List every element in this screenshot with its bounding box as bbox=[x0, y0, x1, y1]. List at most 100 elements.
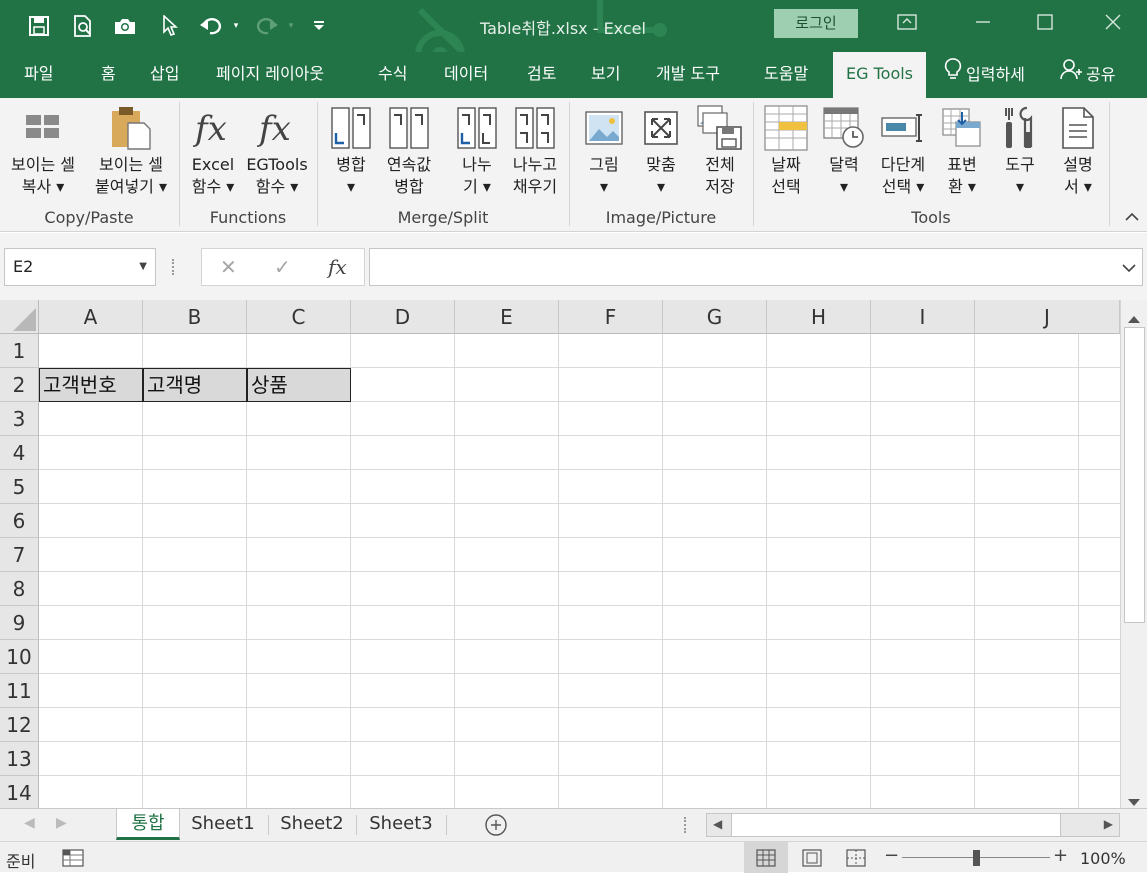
tab-view[interactable]: 보기 bbox=[591, 52, 620, 98]
date-select-button[interactable]: 날짜 선택 bbox=[762, 102, 810, 198]
picture-line2: ▾ bbox=[599, 177, 609, 196]
sheet-tab-tonghap[interactable]: 통합 bbox=[116, 809, 180, 840]
table-transform-line2: 환 ▾ bbox=[948, 177, 976, 196]
cell-B2[interactable]: 고객명 bbox=[143, 368, 247, 402]
zoom-in-icon[interactable]: + bbox=[1053, 845, 1068, 866]
tab-file[interactable]: 파일 bbox=[24, 52, 53, 98]
sheet-tab-sheet2[interactable]: Sheet2 bbox=[270, 809, 354, 840]
login-button[interactable]: 로그인 bbox=[774, 9, 858, 38]
vertical-scrollbar[interactable] bbox=[1120, 300, 1147, 808]
tab-insert[interactable]: 삽입 bbox=[150, 52, 179, 98]
fit-button[interactable]: 맞춤 ▾ bbox=[636, 102, 686, 198]
group-label-merge-split: Merge/Split bbox=[397, 208, 489, 227]
excel-functions-line2: 함수 ▾ bbox=[191, 177, 235, 196]
table-transform-button[interactable]: 표변 환 ▾ bbox=[938, 102, 986, 198]
multilevel-select-line1: 다단계 bbox=[880, 155, 926, 174]
horizontal-scrollbar[interactable]: ◀ ▶ bbox=[706, 813, 1120, 837]
tab-review[interactable]: 검토 bbox=[527, 52, 556, 98]
pointer-icon[interactable] bbox=[157, 14, 183, 38]
macro-record-icon[interactable] bbox=[62, 849, 84, 871]
scroll-right-icon[interactable]: ▶ bbox=[1104, 817, 1113, 831]
page-layout-view-icon[interactable] bbox=[790, 842, 834, 873]
picture-button[interactable]: 그림 ▾ bbox=[580, 102, 628, 198]
save-icon[interactable] bbox=[26, 14, 52, 38]
date-table-icon bbox=[764, 102, 808, 154]
ribbon-display-icon[interactable] bbox=[884, 8, 930, 42]
tools-button[interactable]: 도구 ▾ bbox=[996, 102, 1044, 198]
expand-formula-icon[interactable] bbox=[1122, 258, 1136, 277]
name-box[interactable]: E2 ▼ bbox=[4, 248, 156, 286]
tab-help[interactable]: 도움말 bbox=[764, 52, 808, 98]
tab-scroll-left-icon[interactable]: ◀ bbox=[24, 815, 35, 831]
table-transform-icon bbox=[942, 102, 982, 154]
split-fill-line2: 채우기 bbox=[512, 177, 558, 196]
camera-icon[interactable] bbox=[112, 14, 138, 38]
zoom-slider-thumb[interactable] bbox=[973, 850, 980, 866]
tab-split-grip[interactable] bbox=[684, 817, 688, 833]
formula-bar-grip[interactable] bbox=[172, 259, 176, 275]
status-bar: 준비 − + 100% bbox=[0, 841, 1147, 873]
zoom-out-icon[interactable]: − bbox=[884, 845, 899, 866]
paste-visible-line1: 보이는 셀 bbox=[99, 155, 163, 174]
tab-scroll-right-icon[interactable]: ▶ bbox=[56, 815, 67, 831]
egtools-functions-button[interactable]: fx EGTools 함수 ▾ bbox=[242, 102, 312, 198]
calendar-button[interactable]: 달력 ▾ bbox=[820, 102, 868, 198]
page-break-view-icon[interactable] bbox=[834, 842, 878, 873]
window-title: Table취합.xlsx - Excel bbox=[480, 19, 646, 38]
merge-button[interactable]: 병합 ▾ bbox=[326, 102, 376, 198]
selected-cell-E2[interactable] bbox=[455, 368, 559, 402]
manual-button[interactable]: 설명 서 ▾ bbox=[1054, 102, 1102, 198]
group-separator bbox=[1109, 102, 1110, 226]
collapse-ribbon-icon[interactable] bbox=[1125, 210, 1139, 226]
scroll-up-icon[interactable] bbox=[1128, 308, 1140, 327]
cancel-icon[interactable]: ✕ bbox=[220, 255, 237, 279]
formula-buttons: ✕ ✓ fx bbox=[201, 248, 365, 286]
tab-developer[interactable]: 개발 도구 bbox=[656, 52, 720, 98]
undo-icon[interactable] bbox=[196, 14, 226, 38]
vertical-scroll-thumb[interactable] bbox=[1124, 327, 1145, 623]
tab-divider bbox=[446, 815, 447, 835]
tab-eg-tools[interactable]: EG Tools bbox=[833, 52, 927, 98]
copy-visible-cells-button[interactable]: 보이는 셀 복사 ▾ bbox=[2, 102, 84, 198]
merge-continuous-icon bbox=[389, 102, 429, 154]
share-button[interactable]: 공유 bbox=[1060, 52, 1115, 98]
tab-page-layout[interactable]: 페이지 레이아웃 bbox=[216, 52, 324, 98]
tab-formulas[interactable]: 수식 bbox=[378, 52, 407, 98]
minimize-icon[interactable] bbox=[960, 8, 1006, 42]
merge-line2: ▾ bbox=[346, 177, 356, 196]
undo-dropdown-icon[interactable]: ▾ bbox=[229, 14, 243, 38]
customize-icon[interactable] bbox=[310, 14, 328, 38]
excel-functions-button[interactable]: fx Excel 함수 ▾ bbox=[184, 102, 242, 198]
split-fill-button[interactable]: 나누고 채우기 bbox=[506, 102, 564, 198]
maximize-icon[interactable] bbox=[1022, 8, 1068, 42]
scroll-left-icon[interactable]: ◀ bbox=[713, 817, 722, 831]
ribbon-tabs: 파일 홈 삽입 페이지 레이아웃 수식 데이터 검토 보기 개발 도구 도움말 … bbox=[0, 52, 1147, 98]
cell-A2[interactable]: 고객번호 bbox=[39, 368, 143, 402]
picture-icon bbox=[585, 102, 623, 154]
cell-C2[interactable]: 상품 bbox=[247, 368, 351, 402]
print-preview-icon[interactable] bbox=[70, 14, 96, 38]
insert-function-icon[interactable]: fx bbox=[328, 255, 347, 279]
merge-continuous-button[interactable]: 연속값 병합 bbox=[380, 102, 438, 198]
split-button[interactable]: 나누 기 ▾ bbox=[450, 102, 504, 198]
merge-line1: 병합 bbox=[336, 155, 366, 174]
enter-icon[interactable]: ✓ bbox=[274, 255, 291, 279]
formula-input[interactable] bbox=[369, 248, 1143, 286]
tell-me-search[interactable]: 입력하세 bbox=[944, 52, 1025, 98]
tools-line1: 도구 bbox=[1005, 155, 1035, 174]
save-all-button[interactable]: 전체 저장 bbox=[694, 102, 746, 198]
horizontal-scroll-thumb[interactable] bbox=[731, 814, 1061, 836]
sheet-tab-sheet3[interactable]: Sheet3 bbox=[358, 809, 444, 840]
sheet-tab-sheet1[interactable]: Sheet1 bbox=[182, 809, 264, 840]
multilevel-select-button[interactable]: 다단계 선택 ▾ bbox=[874, 102, 932, 198]
paste-visible-cells-button[interactable]: 보이는 셀 붙여넣기 ▾ bbox=[88, 102, 174, 198]
split-cells-icon bbox=[457, 102, 497, 154]
close-icon[interactable] bbox=[1090, 8, 1136, 42]
tab-data[interactable]: 데이터 bbox=[444, 52, 488, 98]
normal-view-icon[interactable] bbox=[744, 842, 788, 873]
tab-home[interactable]: 홈 bbox=[101, 52, 116, 98]
new-sheet-icon[interactable] bbox=[484, 813, 508, 841]
zoom-level[interactable]: 100% bbox=[1080, 849, 1126, 868]
date-select-line2: 선택 bbox=[771, 177, 801, 196]
name-box-dropdown-icon[interactable]: ▼ bbox=[139, 249, 147, 285]
